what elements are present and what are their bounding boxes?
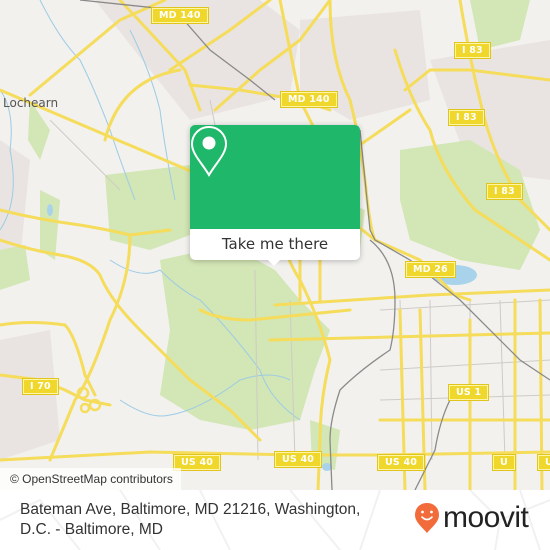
- route-shield-us: U: [492, 454, 516, 471]
- route-shield-md-140: MD 140: [151, 7, 209, 24]
- route-shield-us: U: [537, 454, 550, 471]
- popup-pointer: [267, 259, 281, 266]
- route-shield-us-1: US 1: [447, 384, 490, 401]
- route-shield-md-140: MD 140: [280, 91, 338, 108]
- route-shield-us-40: US 40: [376, 454, 426, 471]
- map-view[interactable]: Lochearn MD 140 MD 140 I 83 I 83 I 83 MD…: [0, 0, 550, 490]
- map-attribution[interactable]: © OpenStreetMap contributors: [0, 468, 181, 490]
- route-shield-us-40: US 40: [273, 451, 323, 468]
- moovit-logo[interactable]: moovit: [414, 500, 529, 536]
- address-text: Bateman Ave, Baltimore, MD 21216, Washin…: [20, 501, 361, 538]
- place-label-lochearn: Lochearn: [3, 96, 59, 110]
- take-me-there-button[interactable]: Take me there: [190, 229, 360, 260]
- route-shield-i-83: I 83: [486, 183, 523, 200]
- location-popup[interactable]: Take me there: [190, 125, 360, 266]
- moovit-wordmark: moovit: [443, 501, 529, 534]
- route-shield-i-83: I 83: [454, 42, 491, 59]
- route-shield-i-83: I 83: [448, 109, 485, 126]
- moovit-smiley-pin-icon: [415, 503, 439, 533]
- popup-header[interactable]: [190, 125, 360, 229]
- route-shield-i-70: I 70: [22, 378, 59, 395]
- route-shield-md-26: MD 26: [405, 261, 456, 278]
- footer: Bateman Ave, Baltimore, MD 21216, Washin…: [0, 490, 550, 550]
- location-pin-icon: [190, 125, 228, 177]
